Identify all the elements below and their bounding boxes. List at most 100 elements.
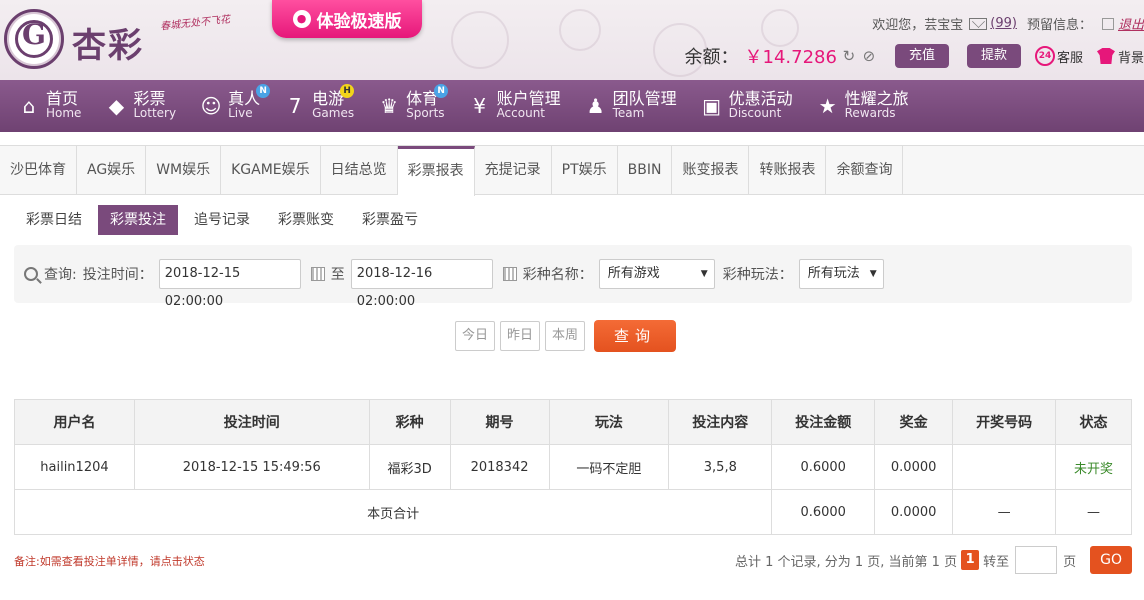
tab-10[interactable]: 转账报表 [749,146,827,194]
nav-item-text: 账户管理 Account [497,91,561,121]
eye-hidden-icon[interactable]: ⊘ [861,48,877,64]
to-label: 至 [330,267,345,283]
start-time-input[interactable]: 2018-12-15 02:00:00 [158,259,301,309]
total-bonus: 0.0000 [874,489,954,535]
report-tabs: 沙巴体育 AG娱乐 WM娱乐 KGAME娱乐 日结总览 彩票报表 充提记录 PT娱乐 BBIN 账… [0,145,1144,196]
nav-label-cn: 账户管理 [496,89,561,108]
yesterday-button[interactable]: 昨日 [500,321,541,351]
calendar-icon[interactable] [502,267,517,281]
nav-label-cn: 真人 [228,89,261,108]
nav-item-text: 团队管理 Team [613,91,677,121]
mail-icon[interactable] [969,17,988,30]
shirt-icon [1096,48,1115,64]
nav-item-account[interactable]: ¥ 账户管理 Account [467,80,561,132]
column-header: 彩种 [368,399,451,445]
nav-badge: H [340,84,355,98]
search-icon [24,267,38,281]
background-link[interactable]: 背景 [1096,47,1144,66]
subtab-3[interactable]: 彩票账变 [266,205,346,235]
subtab-4[interactable]: 彩票盈亏 [350,205,430,235]
team-icon: ♟ [586,94,605,118]
status-link[interactable]: 未开奖 [1055,444,1132,490]
nav-item-live[interactable]: ☺ 真人 Live N [198,80,271,132]
table-cell: 一码不定胆 [548,444,670,490]
nav-label-en: Rewards [844,106,896,120]
tab-5[interactable]: 彩票报表 [397,146,475,196]
edit-icon[interactable] [1101,17,1114,30]
lottery-select[interactable]: 所有游戏 ▼ [598,259,715,289]
nav-label-en: Games [312,106,355,120]
chevron-down-icon: ▼ [869,269,877,279]
play-type-select[interactable]: 所有玩法 ▼ [798,259,884,289]
home-icon: ⌂ [22,94,36,118]
tab-11[interactable]: 余额查询 [826,146,904,194]
table-cell: 2018342 [449,444,550,490]
nav-label-en: Live [228,106,253,120]
logo-glyph-icon: G [22,18,46,51]
customer-service-link[interactable]: 24 客服 [1034,46,1083,66]
tab-7[interactable]: PT娱乐 [552,146,618,194]
play-type-label: 彩种玩法： [722,267,793,283]
tab-2[interactable]: WM娱乐 [146,146,222,194]
table-cell [952,444,1057,490]
total-status: — [1055,489,1132,535]
withdraw-button[interactable]: 提款 [966,44,1021,68]
nav-badge: N [256,84,271,98]
nav-item-home[interactable]: ⌂ 首页 Home [16,80,82,132]
tab-6[interactable]: 充提记录 [475,146,552,194]
this-week-button[interactable]: 本周 [545,321,586,351]
pagination-summary: 总计 1 个记录, 分为 1 页, 当前第 1 页 [734,554,958,570]
tab-8[interactable]: BBIN [618,146,673,194]
tab-1[interactable]: AG娱乐 [77,146,147,194]
column-header: 投注金额 [771,399,876,445]
tab-0[interactable]: 沙巴体育 [0,146,77,194]
subtab-2[interactable]: 追号记录 [182,205,262,235]
chevron-down-icon: ▼ [700,269,708,279]
gamepad-icon: ● [292,10,311,28]
nav-item-rewards[interactable]: ★ 性耀之旅 Rewards [815,80,909,132]
lottery-select-value: 所有游戏 [607,266,660,281]
logo[interactable]: G [4,9,64,69]
gift-icon: ▣ [702,94,722,118]
table-header-row: 用户名 投注时间 彩种 期号 玩法 投注内容 投注金额 奖金 开奖号码 状态 [14,399,1132,445]
lottery-name-label: 彩种名称： [522,267,593,283]
nav-item-team[interactable]: ♟ 团队管理 Team [583,80,677,132]
slogan: 春城无处不飞花 [159,14,231,33]
page-number-input[interactable] [1015,546,1058,574]
nav-badge: N [434,84,449,98]
current-page-button[interactable]: 1 [961,550,980,570]
bet-time-label: 投注时间： [82,267,153,283]
brand-name: 杏彩 [72,26,144,66]
tab-3[interactable]: KGAME娱乐 [221,146,321,194]
logout-link[interactable]: 退出 [1118,14,1144,33]
go-button[interactable]: GO [1090,546,1132,574]
pagination: 总计 1 个记录, 分为 1 页, 当前第 1 页 1 转至 页 GO [735,546,1132,574]
table-cell: 3,5,8 [668,444,773,490]
nav-item-discount[interactable]: ▣ 优惠活动 Discount [699,80,792,132]
recharge-button[interactable]: 充值 [894,44,949,68]
trophy-icon: ♛ [380,94,399,118]
bet-records-table: 用户名 投注时间 彩种 期号 玩法 投注内容 投注金额 奖金 开奖号码 状态 hailin1204… [13,399,1132,535]
tab-4[interactable]: 日结总览 [321,146,398,194]
quick-range-buttons: 今日 昨日 本周 查询 [455,320,677,352]
message-count-link[interactable]: (99) [990,16,1017,31]
column-header: 状态 [1055,399,1132,445]
tab-9[interactable]: 账变报表 [672,146,750,194]
subtab-1[interactable]: 彩票投注 [98,205,178,235]
refresh-icon[interactable]: ↻ [841,48,857,64]
nav-item-sports[interactable]: ♛ 体育 Sports N [376,80,449,132]
nav-item-games[interactable]: 7 电游 Games H [282,80,355,132]
nav-item-text: 彩票 Lottery [133,91,176,121]
subtab-0[interactable]: 彩票日结 [14,205,94,235]
column-header: 投注时间 [133,399,370,445]
today-button[interactable]: 今日 [455,321,496,351]
search-button[interactable]: 查询 [594,320,677,352]
nav-label-cn: 团队管理 [612,89,677,108]
speed-version-button[interactable]: ● 体验极速版 [272,0,422,38]
column-header: 投注内容 [668,399,773,445]
calendar-icon[interactable] [310,267,325,281]
lottery-subtabs: 彩票日结 彩票投注 追号记录 彩票账变 彩票盈亏 [14,205,434,235]
service-24-icon: 24 [1034,46,1055,66]
end-time-input[interactable]: 2018-12-16 02:00:00 [350,259,493,309]
nav-item-lottery[interactable]: ◆ 彩票 Lottery [103,80,176,132]
